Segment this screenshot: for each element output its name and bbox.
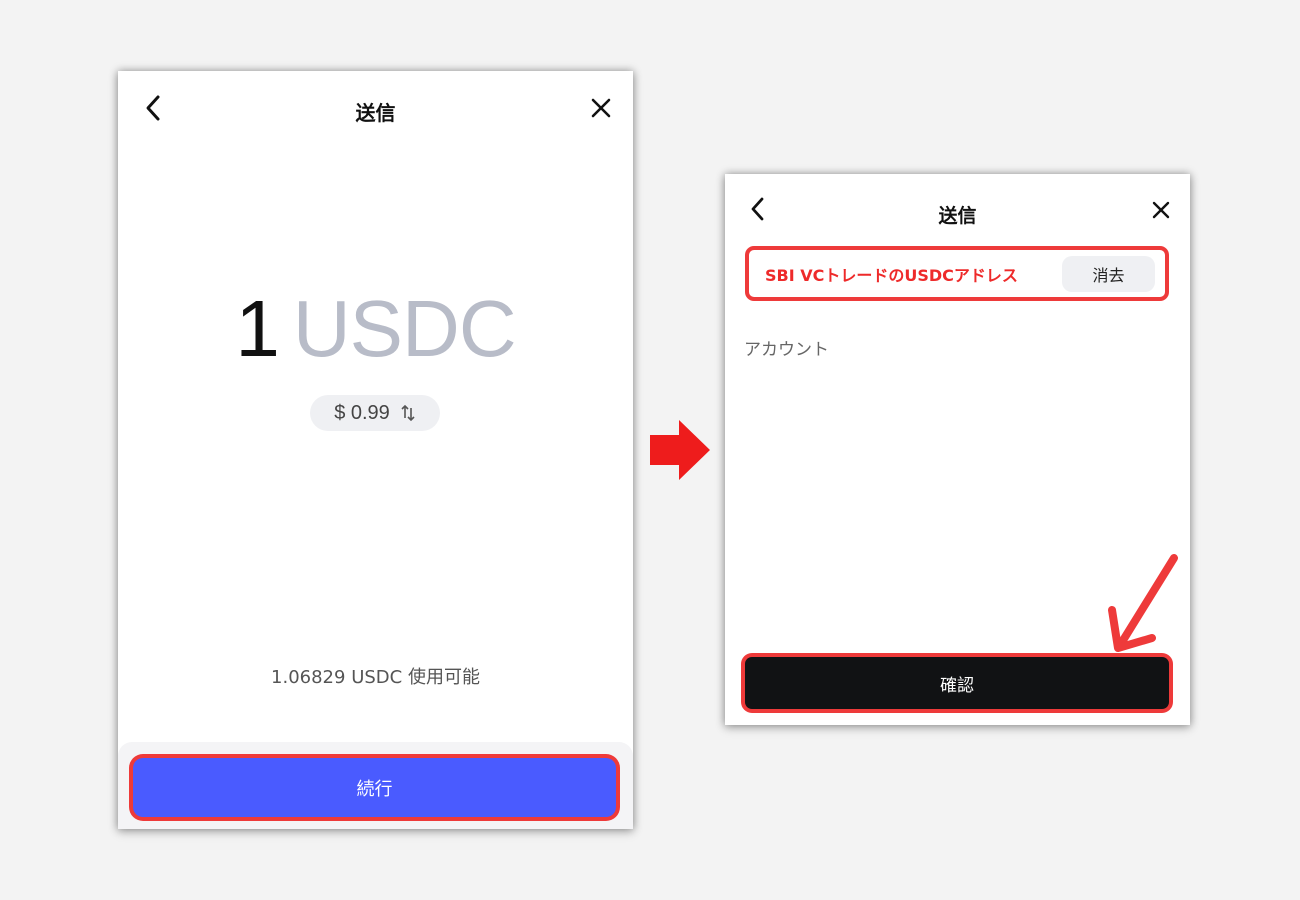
close-icon	[1152, 201, 1170, 219]
recipient-address-field[interactable]: SBI VCトレードのUSDCアドレス 消去	[745, 246, 1169, 301]
amount-display[interactable]: 1 USDC	[118, 289, 633, 369]
recipient-address-value: SBI VCトレードのUSDCアドレス	[765, 265, 1018, 285]
fiat-toggle[interactable]: $ 0.99	[310, 395, 440, 431]
arrow-right-icon	[650, 420, 710, 480]
clear-button[interactable]: 消去	[1062, 256, 1155, 292]
amount-value: 1	[235, 284, 279, 373]
close-button[interactable]	[586, 93, 616, 123]
account-section-label: アカウント	[744, 340, 829, 360]
send-amount-screen: 送信 1 USDC $ 0.99 1.06829 USDC 使用可能 続行	[118, 71, 633, 829]
arrow-down-left-icon	[1108, 554, 1178, 652]
available-balance: 1.06829 USDC 使用可能	[271, 667, 480, 688]
page-title: 送信	[355, 101, 396, 125]
amount-unit: USDC	[292, 284, 517, 373]
page-title: 送信	[938, 205, 977, 227]
continue-button[interactable]: 続行	[133, 758, 616, 817]
close-button[interactable]	[1147, 196, 1175, 224]
fiat-value: $ 0.99	[334, 401, 390, 424]
swap-vertical-icon	[401, 404, 415, 422]
close-icon	[591, 98, 611, 118]
confirm-button[interactable]: 確認	[745, 657, 1169, 709]
